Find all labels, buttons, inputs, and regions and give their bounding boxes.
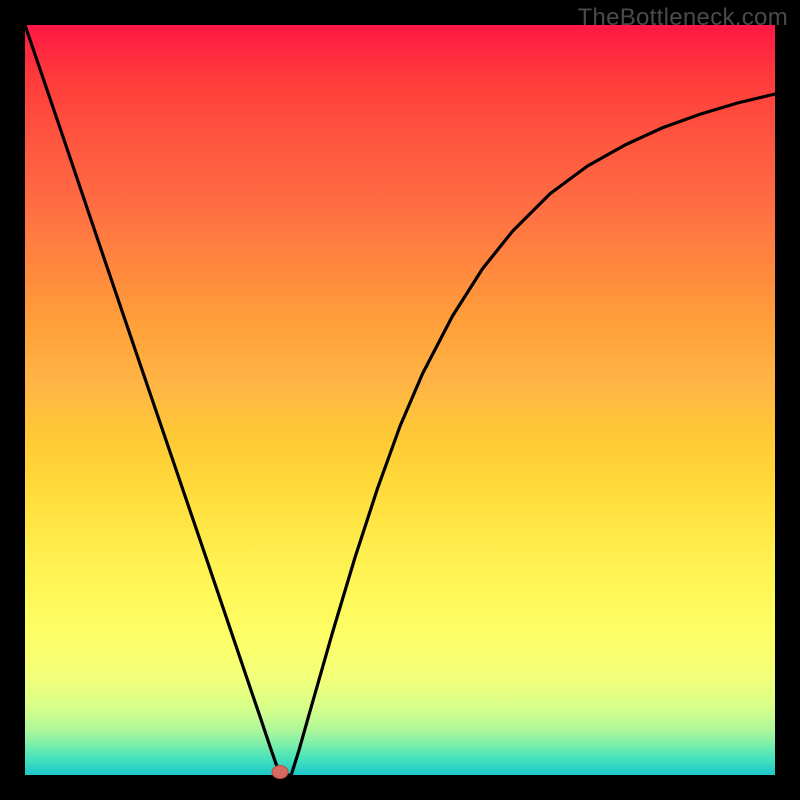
chart-container: TheBottleneck.com xyxy=(0,0,800,800)
bottleneck-curve-line xyxy=(25,25,775,775)
minimum-marker xyxy=(272,766,288,779)
curve-svg xyxy=(25,25,775,775)
plot-area xyxy=(25,25,775,775)
